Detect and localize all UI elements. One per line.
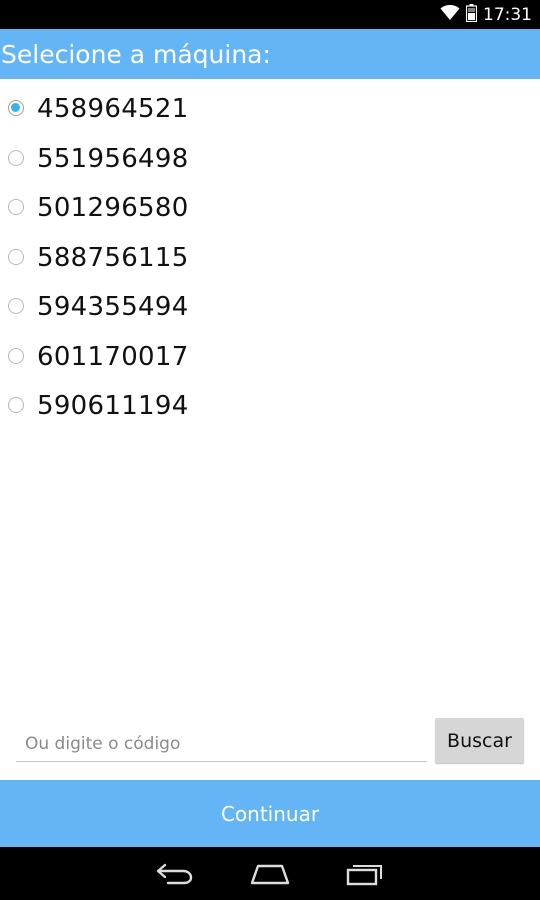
radio-button[interactable]: [8, 199, 24, 215]
search-button[interactable]: Buscar: [435, 718, 524, 763]
machine-option[interactable]: 594355494: [0, 283, 540, 333]
machine-option-label[interactable]: 501296580: [37, 191, 189, 225]
machine-option[interactable]: 601170017: [0, 333, 540, 383]
radio-button[interactable]: [8, 149, 24, 166]
radio-button[interactable]: [8, 100, 24, 116]
machine-option-label[interactable]: 458964521: [37, 92, 189, 126]
status-icons: 17:31: [440, 4, 532, 26]
machine-option[interactable]: 501296580: [0, 184, 540, 234]
wifi-icon: [440, 5, 460, 25]
machine-option[interactable]: 588756115: [0, 234, 540, 284]
machine-option-label[interactable]: 601170017: [37, 340, 189, 374]
machine-option-label[interactable]: 594355494: [37, 290, 189, 324]
status-time: 17:31: [483, 5, 532, 25]
back-icon[interactable]: [155, 859, 195, 889]
machine-option-label[interactable]: 588756115: [37, 241, 189, 275]
machine-option-label[interactable]: 551956498: [37, 142, 189, 176]
machine-option[interactable]: 590611194: [0, 382, 540, 432]
navigation-bar: [0, 847, 540, 900]
continue-button[interactable]: Continuar: [0, 780, 540, 847]
radio-button[interactable]: [8, 347, 24, 364]
machine-option[interactable]: 458964521: [0, 85, 540, 135]
recent-apps-icon[interactable]: [345, 859, 385, 889]
machine-option[interactable]: 551956498: [0, 135, 540, 185]
radio-button[interactable]: [8, 397, 24, 413]
home-icon[interactable]: [250, 859, 290, 889]
machine-radio-group: 458964521 551956498 501296580 588756115 …: [0, 85, 540, 432]
machine-option-label[interactable]: 590611194: [37, 389, 189, 423]
page-title: Selecione a máquina:: [1, 40, 271, 69]
code-input[interactable]: [16, 727, 427, 762]
status-bar: 17:31: [0, 0, 540, 29]
radio-button[interactable]: [8, 298, 24, 314]
title-bar: Selecione a máquina:: [0, 29, 540, 79]
battery-icon: [465, 4, 478, 26]
radio-button[interactable]: [8, 248, 24, 265]
